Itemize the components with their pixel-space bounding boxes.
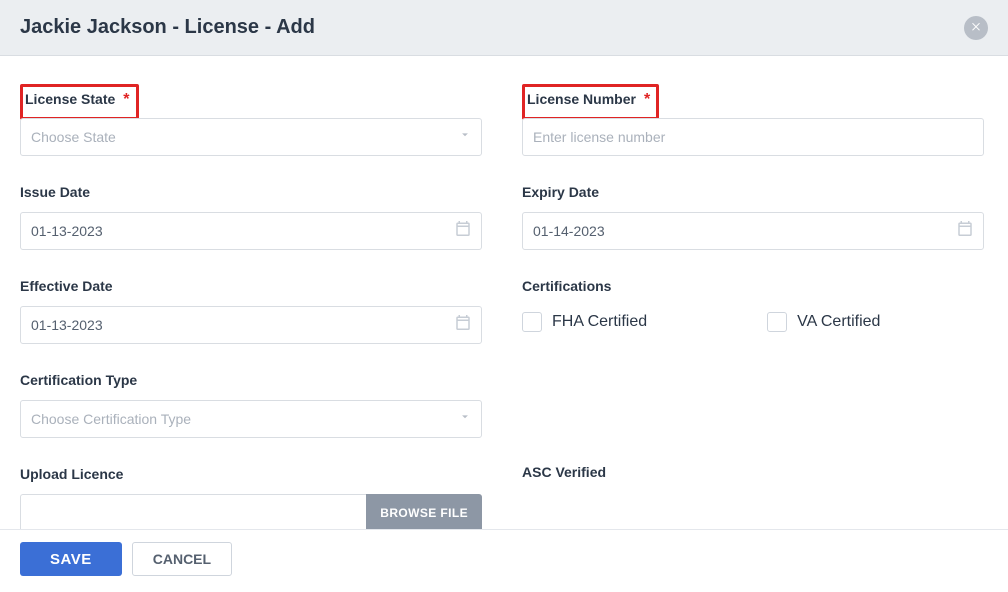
effective-date-input[interactable]	[20, 306, 482, 344]
asc-verified-label: ASC Verified	[522, 460, 984, 480]
license-state-label-highlight: License State*	[20, 84, 139, 120]
certification-type-select[interactable]	[20, 400, 482, 438]
effective-date-label: Effective Date	[20, 276, 117, 300]
cancel-button[interactable]: CANCEL	[132, 542, 232, 576]
required-marker: *	[644, 91, 650, 108]
certifications-label: Certifications	[522, 276, 615, 300]
license-number-label-highlight: License Number*	[522, 84, 659, 120]
va-certified-checkbox[interactable]	[767, 312, 787, 332]
close-button[interactable]	[964, 16, 988, 40]
license-state-label: License State	[25, 89, 119, 113]
browse-file-button[interactable]: BROWSE FILE	[366, 494, 482, 532]
form-body: License State* License Number* Issue Dat…	[0, 56, 1008, 564]
license-state-select[interactable]	[20, 118, 482, 156]
page-title: Jackie Jackson - License - Add	[20, 16, 315, 39]
issue-date-label: Issue Date	[20, 182, 94, 206]
license-number-label: License Number	[527, 89, 640, 113]
license-number-input[interactable]	[522, 118, 984, 156]
certification-type-label: Certification Type	[20, 370, 141, 394]
fha-certified-label: FHA Certified	[552, 313, 647, 331]
save-button[interactable]: SAVE	[20, 542, 122, 576]
expiry-date-label: Expiry Date	[522, 182, 603, 206]
modal-footer: SAVE CANCEL	[0, 529, 1008, 592]
upload-licence-input[interactable]	[20, 494, 366, 532]
required-marker: *	[123, 91, 129, 108]
fha-certified-checkbox[interactable]	[522, 312, 542, 332]
va-certified-label: VA Certified	[797, 313, 880, 331]
modal-header: Jackie Jackson - License - Add	[0, 0, 1008, 56]
expiry-date-input[interactable]	[522, 212, 984, 250]
close-icon	[970, 20, 982, 35]
upload-licence-label: Upload Licence	[20, 464, 127, 488]
issue-date-input[interactable]	[20, 212, 482, 250]
